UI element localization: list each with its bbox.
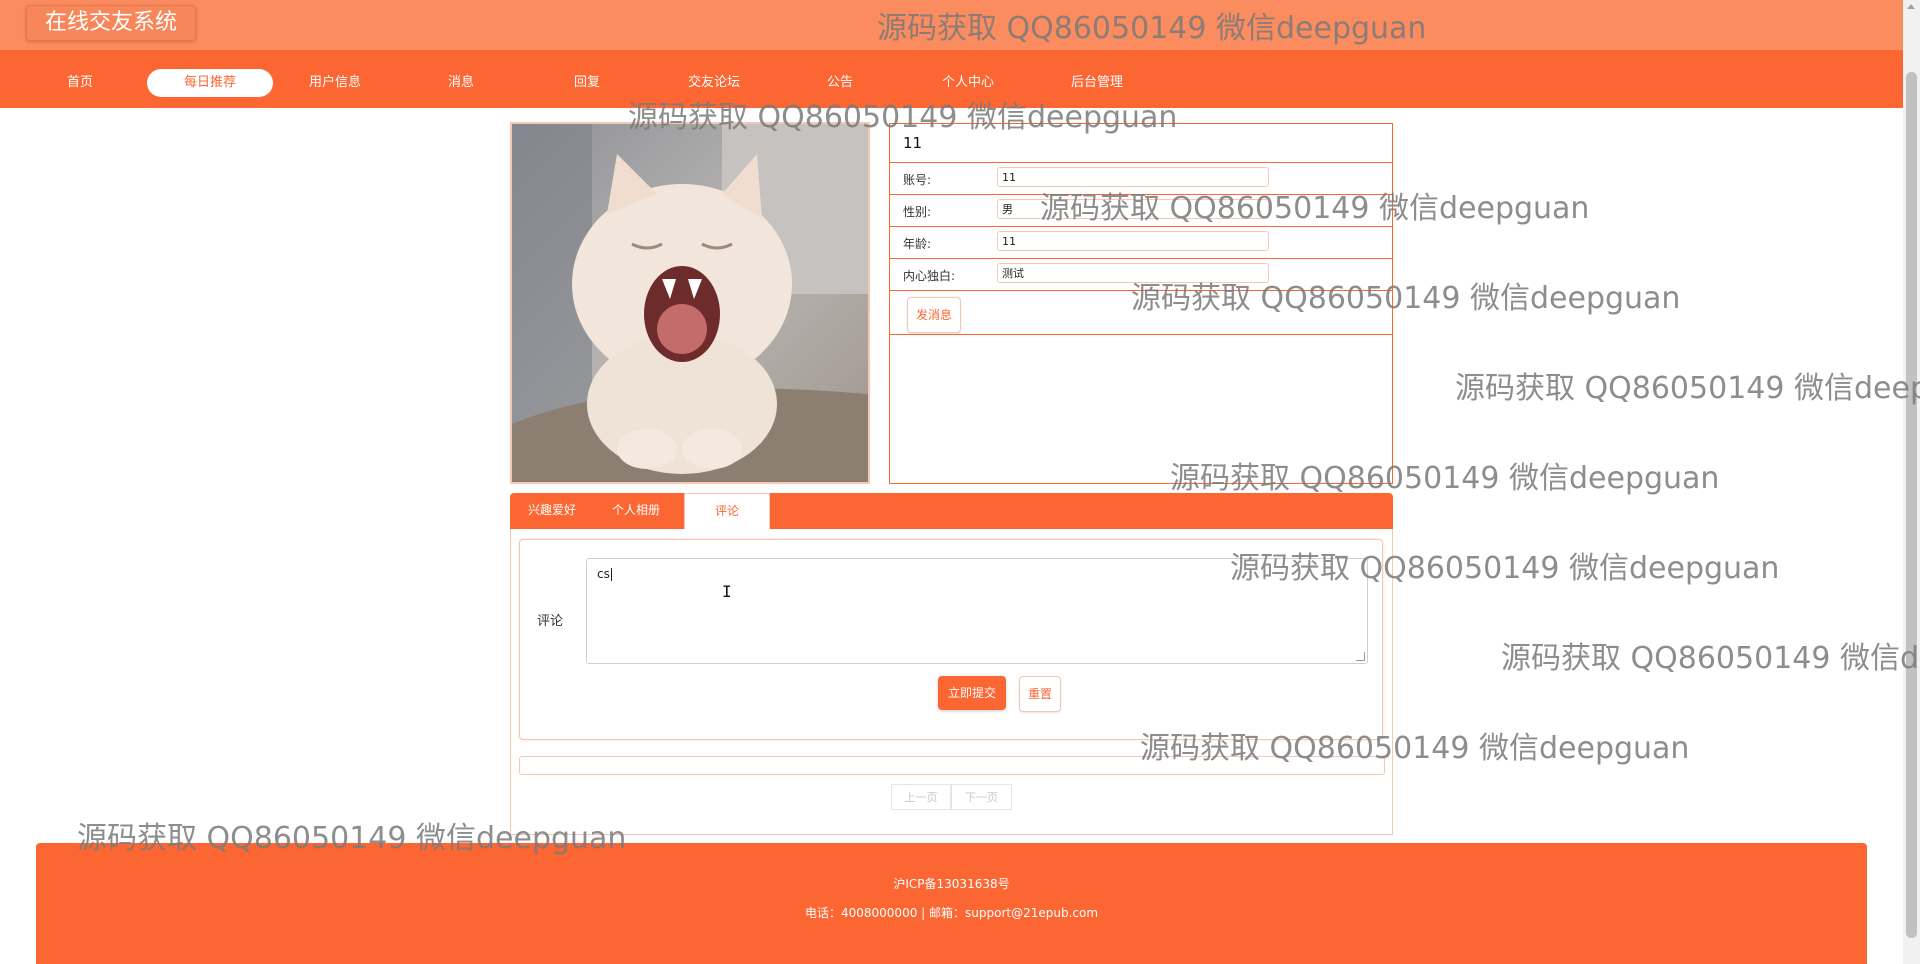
prev-page-button[interactable]: 上一页 [891, 784, 951, 810]
comment-label: 评论 [537, 614, 564, 629]
comment-list [519, 756, 1385, 775]
nav-item-home[interactable]: 首页 [17, 69, 143, 97]
field-row-gender: 性别: 男 [890, 195, 1392, 227]
site-footer: 沪ICP备13031638号 电话：4008000000 | 邮箱：suppor… [36, 843, 1867, 964]
nav-item-personal-center[interactable]: 个人中心 [905, 69, 1031, 97]
text-caret [610, 568, 612, 581]
comment-textarea[interactable]: cs [586, 558, 1368, 664]
tab-comments[interactable]: 评论 [684, 493, 770, 529]
tab-hobbies[interactable]: 兴趣爱好 [510, 493, 594, 529]
age-field: 11 [997, 231, 1269, 251]
comment-form: 评论 cs 立即提交 重置 [519, 539, 1383, 740]
nav-item-admin[interactable]: 后台管理 [1034, 69, 1160, 97]
field-label: 性别: [903, 205, 932, 219]
watermark: 源码获取 QQ86050149 微信deepc [1455, 371, 1920, 406]
contact-info: 电话：4008000000 | 邮箱：support@21epub.com [804, 906, 1099, 920]
tab-album[interactable]: 个人相册 [594, 493, 678, 529]
top-header: 在线交友系统 [0, 0, 1903, 50]
field-row-age: 年龄: 11 [890, 227, 1392, 259]
field-row-account: 账号: 11 [890, 163, 1392, 195]
field-label: 账号: [903, 173, 932, 187]
watermark: 源码获取 QQ86050149 微信de [1501, 641, 1920, 676]
profile-title: 11 [890, 124, 1392, 163]
site-logo[interactable]: 在线交友系统 [26, 5, 197, 41]
field-label: 内心独白: [903, 269, 956, 283]
text-cursor-icon: I [722, 582, 732, 601]
main-nav: 首页 每日推荐 用户信息 消息 回复 交友论坛 公告 个人中心 后台管理 [0, 50, 1903, 108]
reset-button[interactable]: 重置 [1019, 676, 1062, 712]
nav-item-user-info[interactable]: 用户信息 [272, 69, 398, 97]
next-page-button[interactable]: 下一页 [951, 784, 1012, 810]
cat-photo-icon [512, 124, 868, 482]
scroll-up-icon[interactable] [1907, 4, 1915, 9]
icp-number: 沪ICP备13031638号 [893, 877, 1010, 891]
resize-handle-icon[interactable] [1356, 652, 1365, 661]
action-row: 发消息 [890, 291, 1392, 335]
nav-item-announcements[interactable]: 公告 [777, 69, 903, 97]
page-scrollbar[interactable] [1903, 0, 1920, 964]
account-field: 11 [997, 167, 1269, 187]
nav-item-replies[interactable]: 回复 [524, 69, 650, 97]
field-label: 年龄: [903, 237, 932, 251]
profile-photo [510, 122, 870, 484]
comments-panel: 评论 cs 立即提交 重置 上一页 下一页 [510, 529, 1393, 835]
field-row-monologue: 内心独白: 测试 [890, 259, 1392, 291]
scroll-thumb[interactable] [1906, 72, 1917, 938]
comment-text: cs [597, 567, 610, 581]
submit-button[interactable]: 立即提交 [938, 676, 1007, 710]
profile-info-panel: 11 账号: 11 性别: 男 年龄: 11 内心独白: 测试 发消息 [889, 123, 1393, 484]
profile-tabs: 兴趣爱好 个人相册 评论 [510, 493, 1393, 529]
nav-item-forum[interactable]: 交友论坛 [651, 69, 777, 97]
monologue-field: 测试 [997, 263, 1269, 283]
send-message-button[interactable]: 发消息 [907, 297, 962, 333]
gender-field: 男 [997, 199, 1269, 219]
nav-item-messages[interactable]: 消息 [398, 69, 524, 97]
nav-item-daily-recommend[interactable]: 每日推荐 [147, 69, 273, 97]
